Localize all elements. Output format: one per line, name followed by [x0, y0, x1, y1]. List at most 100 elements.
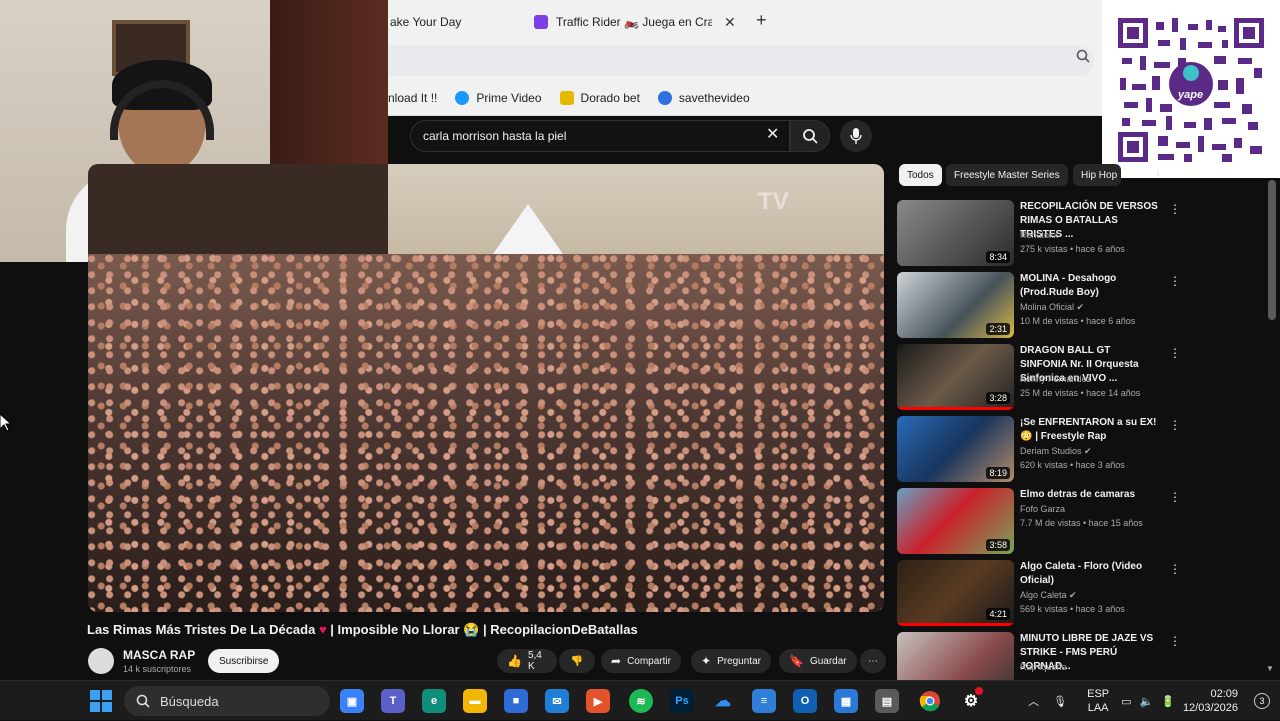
bookmark-prime-video[interactable]: Prime Video [455, 90, 542, 105]
recording-app-icon[interactable]: ⚙ [959, 687, 983, 713]
more-options-icon[interactable]: ⋮ [1169, 274, 1181, 288]
new-tab-button[interactable]: + [756, 10, 767, 31]
verified-icon: ✔ [1069, 590, 1077, 600]
recommendation-channel[interactable]: Algo Caleta ✔ [1020, 590, 1077, 601]
clock[interactable]: 02:09 12/03/2026 [1183, 687, 1238, 715]
share-button[interactable]: ➦ Compartir [601, 649, 681, 673]
browser-tab[interactable]: Traffic Rider 🏍️ Juega en Crazy ✕ [534, 8, 736, 36]
volume-icon[interactable]: 🔈 [1140, 695, 1154, 708]
recommendation-item[interactable]: 4:21 Algo Caleta - Floro (Video Oficial)… [897, 560, 1187, 626]
video-thumbnail[interactable]: 8:19 [897, 416, 1014, 482]
teams-icon[interactable]: T [381, 689, 405, 713]
recommendation-meta: 275 k vistas • hace 6 años [1020, 244, 1125, 254]
video-thumbnail[interactable]: 8:34 [897, 200, 1014, 266]
ask-button[interactable]: ✦ Preguntar [691, 649, 771, 673]
close-tab-icon[interactable]: ✕ [724, 14, 736, 31]
recommendation-item[interactable]: 2:31 MOLINA - Desahogo (Prod.Rude Boy) M… [897, 272, 1187, 338]
dislike-button[interactable]: 👎 [559, 649, 595, 673]
photoshop-icon[interactable]: Ps [670, 689, 694, 713]
more-actions-button[interactable]: ⋯ [860, 649, 886, 673]
video-duration: 8:34 [986, 251, 1010, 263]
recommendation-item[interactable]: 3:58 Elmo detras de camaras Fofo Garza 7… [897, 488, 1187, 554]
media-player-icon[interactable]: ▶ [586, 689, 610, 713]
network-icon[interactable]: ▭ [1121, 695, 1131, 708]
language-indicator[interactable]: ESP LAA [1087, 687, 1109, 715]
more-options-icon[interactable]: ⋮ [1169, 346, 1181, 360]
browser-tab-bar: ake Your Day ✕ Traffic Rider 🏍️ Juega en… [388, 0, 1102, 42]
recommendation-item[interactable]: MINUTO LIBRE DE JAZE VS STRIKE - FMS PER… [897, 632, 1187, 680]
recommendation-item[interactable]: 8:34 RECOPILACIÓN DE VERSOS RIMAS O BATA… [897, 200, 1187, 266]
bookmark-dorado-bet[interactable]: Dorado bet [559, 90, 640, 105]
chevron-up-icon[interactable]: ︿ [1028, 693, 1039, 709]
recommendation-title[interactable]: Algo Caleta - Floro (Video Oficial) [1020, 560, 1160, 588]
calculator-icon[interactable]: ▤ [875, 689, 899, 713]
video-thumbnail[interactable]: 4:21 [897, 560, 1014, 626]
recommendation-channel[interactable]: Renatoxx [1020, 230, 1058, 240]
clear-search-icon[interactable]: ✕ [766, 124, 779, 144]
more-options-icon[interactable]: ⋮ [1169, 490, 1181, 504]
file-explorer-icon[interactable]: ▬ [463, 689, 487, 713]
youtube-search-input[interactable]: carla morrison hasta la piel [410, 120, 790, 152]
search-button[interactable] [790, 120, 830, 152]
chip-freestyle-master-series[interactable]: Freestyle Master Series [946, 164, 1068, 186]
battery-icon[interactable]: 🔋 [1161, 695, 1175, 708]
recommendation-channel[interactable]: Molina Oficial ✔ [1020, 302, 1084, 313]
more-options-icon[interactable]: ⋮ [1169, 562, 1181, 576]
recommendation-item[interactable]: 3:28 DRAGON BALL GT SINFONIA Nr. II Orqu… [897, 344, 1187, 410]
recommendation-channel[interactable]: Deriam Studios ✔ [1020, 446, 1092, 457]
bookmark-label: nload It !! [388, 90, 438, 105]
bookmark-savethevideo[interactable]: savethevideo [657, 90, 750, 105]
recommendation-title[interactable]: Elmo detras de camaras [1020, 488, 1160, 502]
scroll-down-icon[interactable]: ▼ [1266, 664, 1274, 673]
microsoft-store-icon[interactable]: ■ [504, 689, 528, 713]
tab-label: ake Your Day [390, 15, 462, 29]
taskbar-search-label: Búsqueda [160, 693, 219, 709]
bookmark-download[interactable]: nload It !! [388, 91, 437, 105]
video-thumbnail[interactable]: 3:58 [897, 488, 1014, 554]
recommendation-title[interactable]: ¡Se ENFRENTARON a su EX! 😳 | Freestyle R… [1020, 416, 1160, 444]
outlook-icon[interactable]: O [793, 689, 817, 713]
like-button[interactable]: 👍 5,4 K [497, 649, 557, 673]
page-scrollbar[interactable] [1268, 180, 1276, 320]
more-options-icon[interactable]: ⋮ [1169, 202, 1181, 216]
chevron-right-icon[interactable]: › [1156, 166, 1160, 180]
chrome-icon[interactable] [918, 689, 942, 713]
video-thumbnail[interactable]: 2:31 [897, 272, 1014, 338]
onedrive-icon[interactable]: ☁ [711, 689, 735, 713]
recommendation-item[interactable]: 8:19 ¡Se ENFRENTARON a su EX! 😳 | Freest… [897, 416, 1187, 482]
video-thumbnail[interactable]: 3:28 [897, 344, 1014, 410]
voice-search-button[interactable] [840, 120, 872, 152]
chip-hip-hop[interactable]: Hip Hop [1073, 164, 1121, 186]
notepad-icon[interactable]: ≡ [752, 689, 776, 713]
chip-todos[interactable]: Todos [899, 164, 942, 186]
channel-name[interactable]: MASCA RAP [123, 648, 195, 662]
address-bar [388, 42, 1102, 80]
task-view-icon[interactable]: ▣ [340, 689, 364, 713]
start-button[interactable] [90, 690, 112, 712]
video-player[interactable]: TV [88, 164, 884, 612]
channel-avatar[interactable] [88, 648, 114, 674]
notification-badge[interactable]: 3 [1254, 693, 1270, 709]
spotify-icon[interactable]: ≋ [629, 689, 653, 713]
more-options-icon[interactable]: ⋮ [1169, 634, 1181, 648]
mail-icon[interactable]: ✉ [545, 689, 569, 713]
calendar-icon[interactable]: ▦ [834, 689, 858, 713]
chrome-logo [919, 691, 940, 712]
address-field[interactable] [388, 46, 1094, 76]
more-options-icon[interactable]: ⋮ [1169, 418, 1181, 432]
channel-label: Algo Caleta [1020, 590, 1067, 600]
microphone-icon[interactable]: 🎙 [1053, 695, 1067, 708]
recommendation-channel[interactable]: Fofo Garza [1020, 504, 1065, 514]
browser-tab[interactable]: ake Your Day ✕ [390, 8, 545, 36]
edge-icon[interactable]: e [422, 689, 446, 713]
ask-label: Preguntar [717, 655, 761, 667]
recommendation-channel[interactable]: Kenny Fernandez [1020, 374, 1091, 384]
recommendation-title[interactable]: MOLINA - Desahogo (Prod.Rude Boy) [1020, 272, 1160, 300]
subscribe-button[interactable]: Suscribirse [208, 649, 280, 673]
video-thumbnail[interactable] [897, 632, 1014, 680]
recommendation-channel[interactable]: Rap Iqueño [1020, 662, 1067, 672]
taskbar-search[interactable]: Búsqueda [124, 686, 330, 716]
search-icon[interactable] [1076, 49, 1090, 63]
save-button[interactable]: 🔖 Guardar [779, 649, 857, 673]
video-duration: 2:31 [986, 323, 1010, 335]
